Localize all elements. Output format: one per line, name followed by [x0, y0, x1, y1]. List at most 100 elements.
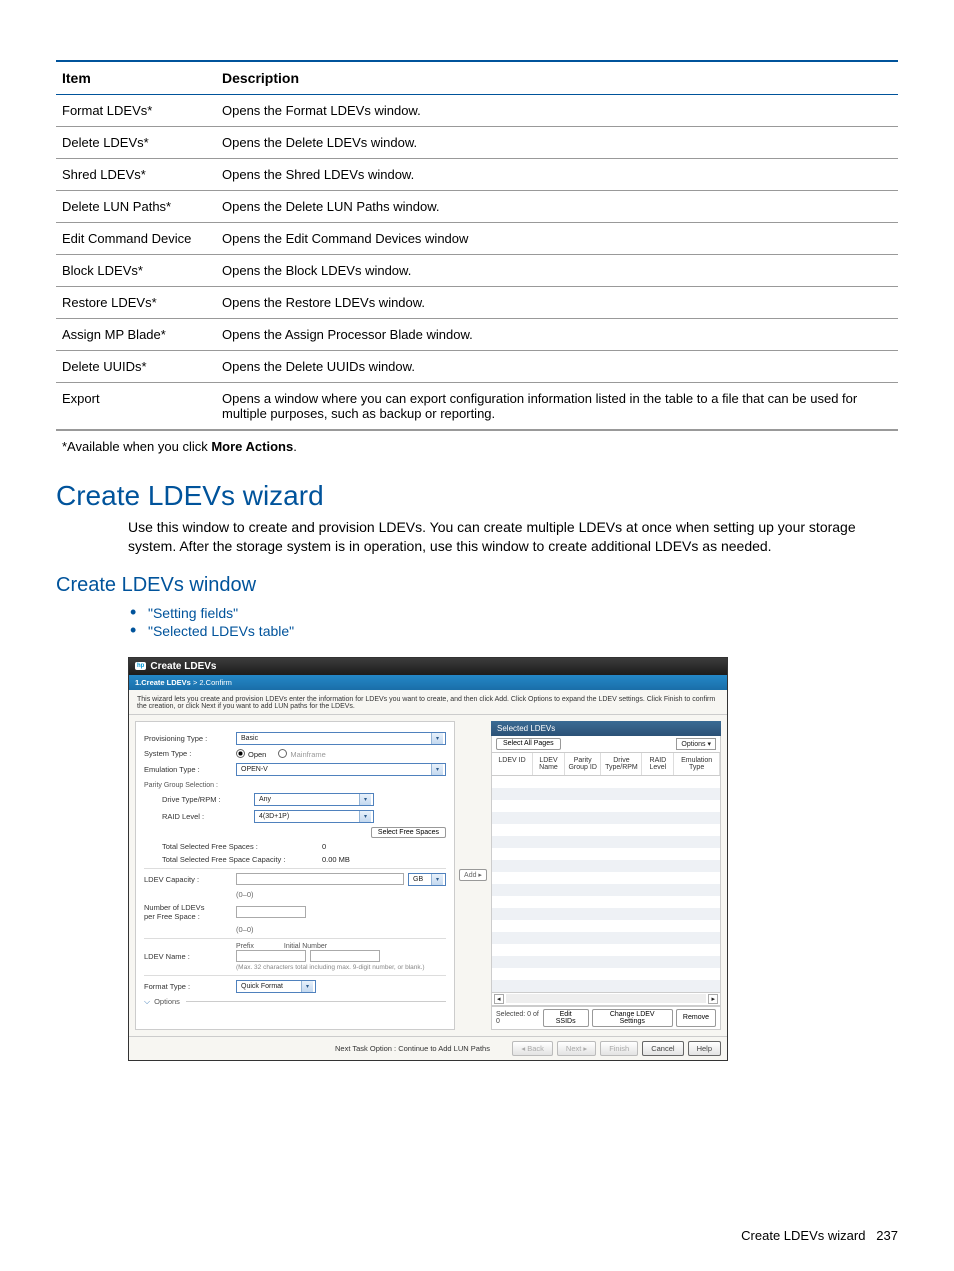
table-row: ExportOpens a window where you can expor… — [56, 383, 898, 430]
table-cell-item: Delete LDEVs* — [56, 127, 216, 159]
intro-paragraph: Use this window to create and provision … — [128, 518, 898, 556]
select-all-pages-button[interactable]: Select All Pages — [496, 738, 561, 750]
table-cell-item: Format LDEVs* — [56, 95, 216, 127]
radio-open[interactable]: Open — [236, 749, 266, 759]
table-row: Edit Command DeviceOpens the Edit Comman… — [56, 223, 898, 255]
table-cell-description: Opens the Delete LDEVs window. — [216, 127, 898, 159]
total-selected-capacity-value: 0.00 MB — [322, 855, 350, 864]
table-row: Delete LDEVs*Opens the Delete LDEVs wind… — [56, 127, 898, 159]
raid-level-label: RAID Level : — [162, 812, 254, 821]
ldev-name-initial-input[interactable] — [310, 950, 380, 962]
table-row: Restore LDEVs*Opens the Restore LDEVs wi… — [56, 287, 898, 319]
back-button[interactable]: ◂ Back — [512, 1041, 553, 1056]
wizard-instructions: This wizard lets you create and provisio… — [129, 690, 727, 715]
total-selected-capacity-label: Total Selected Free Space Capacity : — [162, 855, 322, 864]
wizard-breadcrumb: 1.Create LDEVs > 2.Confirm — [129, 675, 727, 690]
table-footnote: *Available when you click More Actions. — [56, 430, 898, 454]
table-cell-item: Delete LUN Paths* — [56, 191, 216, 223]
chevron-down-icon: ▾ — [431, 874, 443, 885]
provisioning-type-label: Provisioning Type : — [144, 734, 236, 743]
table-cell-description: Opens a window where you can export conf… — [216, 383, 898, 430]
selected-table-header: LDEV ID LDEV Name Parity Group ID Drive … — [492, 753, 720, 776]
finish-button[interactable]: Finish — [600, 1041, 638, 1056]
wizard-footer: Next Task Option : Continue to Add LUN P… — [129, 1036, 727, 1060]
create-ldevs-wizard-screenshot: hp Create LDEVs 1.Create LDEVs > 2.Confi… — [128, 657, 728, 1061]
ldev-name-hint: (Max. 32 characters total including max.… — [236, 964, 446, 971]
table-cell-item: Delete UUIDs* — [56, 351, 216, 383]
total-selected-spaces-label: Total Selected Free Spaces : — [162, 842, 322, 851]
radio-mainframe[interactable]: Mainframe — [278, 749, 325, 759]
table-cell-description: Opens the Assign Processor Blade window. — [216, 319, 898, 351]
hp-logo-icon: hp — [135, 662, 146, 670]
num-ldevs-input[interactable] — [236, 906, 306, 918]
scroll-left-icon[interactable]: ◂ — [494, 994, 504, 1004]
selected-ldevs-header: Selected LDEVs — [491, 721, 721, 736]
format-type-select[interactable]: Quick Format▾ — [236, 980, 316, 993]
table-row: Delete LUN Paths*Opens the Delete LUN Pa… — [56, 191, 898, 223]
format-type-label: Format Type : — [144, 982, 236, 991]
raid-level-select[interactable]: 4(3D+1P)▾ — [254, 810, 374, 823]
table-cell-description: Opens the Restore LDEVs window. — [216, 287, 898, 319]
chevron-down-icon: ▾ — [301, 981, 313, 992]
table-cell-item: Restore LDEVs* — [56, 287, 216, 319]
chevron-down-icon: ▾ — [431, 733, 443, 744]
total-selected-spaces-value: 0 — [322, 842, 326, 851]
table-cell-item: Assign MP Blade* — [56, 319, 216, 351]
table-cell-description: Opens the Edit Command Devices window — [216, 223, 898, 255]
next-button[interactable]: Next ▸ — [557, 1041, 596, 1056]
item-description-table: Item Description Format LDEVs*Opens the … — [56, 60, 898, 430]
remove-button[interactable]: Remove — [676, 1009, 716, 1027]
help-button[interactable]: Help — [688, 1041, 721, 1056]
cancel-button[interactable]: Cancel — [642, 1041, 683, 1056]
change-ldev-settings-button[interactable]: Change LDEV Settings — [592, 1009, 673, 1027]
drive-type-label: Drive Type/RPM : — [162, 795, 254, 804]
table-row: Shred LDEVs*Opens the Shred LDEVs window… — [56, 159, 898, 191]
settings-panel: Provisioning Type : Basic▾ System Type :… — [135, 721, 455, 1030]
wizard-titlebar: hp Create LDEVs — [129, 658, 727, 675]
system-type-radio[interactable]: Open Mainframe — [236, 749, 326, 759]
ldev-capacity-label: LDEV Capacity : — [144, 875, 236, 884]
chevron-down-icon: ▾ — [359, 811, 371, 822]
table-cell-item: Block LDEVs* — [56, 255, 216, 287]
prefix-label: Prefix — [236, 943, 254, 950]
link-list: "Setting fields" "Selected LDEVs table" — [148, 605, 898, 639]
chevron-down-icon: ⌵ — [144, 997, 150, 1007]
parity-group-section-label: Parity Group Selection : — [144, 782, 446, 789]
next-task-option-label: Next Task Option : Continue to Add LUN P… — [335, 1044, 490, 1053]
num-ldevs-label: Number of LDEVs per Free Space : — [144, 903, 236, 921]
wizard-title: Create LDEVs — [150, 661, 216, 672]
table-cell-item: Shred LDEVs* — [56, 159, 216, 191]
table-cell-item: Edit Command Device — [56, 223, 216, 255]
ldev-capacity-unit-select[interactable]: GB▾ — [408, 873, 446, 886]
ldev-name-label: LDEV Name : — [144, 952, 236, 961]
ldev-capacity-range: (0–0) — [236, 890, 254, 899]
page-footer: Create LDEVs wizard 237 — [741, 1228, 898, 1243]
link-setting-fields[interactable]: "Setting fields" — [148, 605, 898, 621]
table-row: Format LDEVs*Opens the Format LDEVs wind… — [56, 95, 898, 127]
page-heading: Create LDEVs wizard — [56, 480, 898, 512]
emulation-type-label: Emulation Type : — [144, 765, 236, 774]
select-free-spaces-button[interactable]: Select Free Spaces — [371, 827, 446, 838]
table-cell-description: Opens the Delete UUIDs window. — [216, 351, 898, 383]
provisioning-type-select[interactable]: Basic▾ — [236, 732, 446, 745]
num-ldevs-range: (0–0) — [236, 925, 254, 934]
scroll-right-icon[interactable]: ▸ — [708, 994, 718, 1004]
col-header-item: Item — [56, 61, 216, 95]
table-row: Delete UUIDs*Opens the Delete UUIDs wind… — [56, 351, 898, 383]
ldev-capacity-input[interactable] — [236, 873, 404, 885]
selected-status: Selected: 0 of 0 — [496, 1011, 543, 1025]
link-selected-ldevs-table[interactable]: "Selected LDEVs table" — [148, 623, 898, 639]
ldev-name-prefix-input[interactable] — [236, 950, 306, 962]
edit-ssids-button[interactable]: Edit SSIDs — [543, 1009, 589, 1027]
table-cell-description: Opens the Block LDEVs window. — [216, 255, 898, 287]
drive-type-select[interactable]: Any▾ — [254, 793, 374, 806]
chevron-down-icon: ▾ — [431, 764, 443, 775]
emulation-type-select[interactable]: OPEN-V▾ — [236, 763, 446, 776]
add-button[interactable]: Add ▸ — [459, 869, 487, 881]
table-cell-description: Opens the Format LDEVs window. — [216, 95, 898, 127]
page-subheading: Create LDEVs window — [56, 574, 898, 597]
chevron-down-icon: ▾ — [359, 794, 371, 805]
initial-number-label: Initial Number — [284, 943, 327, 950]
options-dropdown[interactable]: Options ▾ — [676, 738, 716, 750]
options-expander[interactable]: ⌵ Options — [144, 997, 446, 1007]
